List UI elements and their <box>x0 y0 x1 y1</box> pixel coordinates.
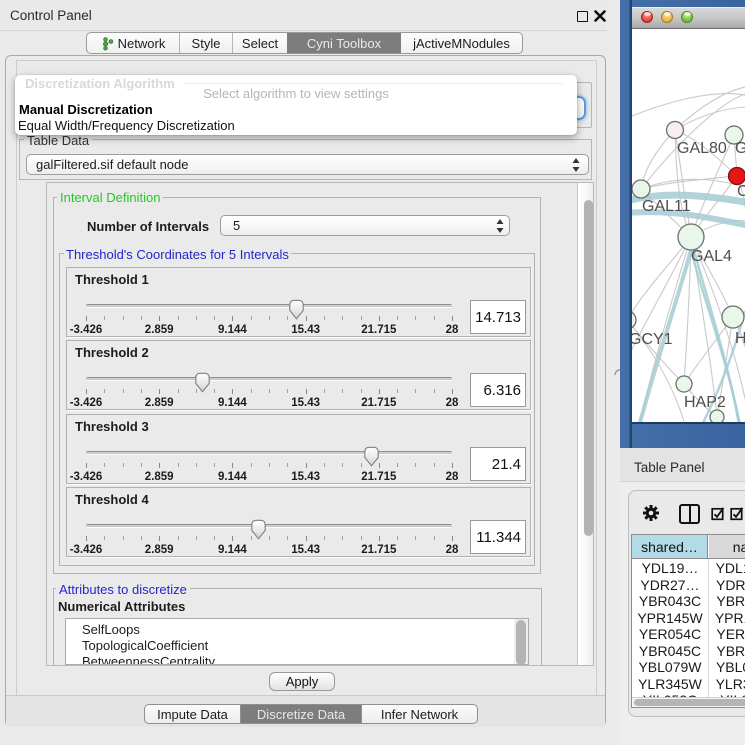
svg-text:GA: GA <box>735 140 745 157</box>
svg-text:C: C <box>737 183 745 200</box>
svg-text:GAL11: GAL11 <box>642 198 691 215</box>
svg-text:H: H <box>735 330 745 347</box>
svg-text:GAL80: GAL80 <box>677 140 727 157</box>
svg-text:GAL4: GAL4 <box>691 248 732 265</box>
svg-text:GCY1: GCY1 <box>632 331 673 348</box>
svg-text:HAP2: HAP2 <box>684 394 726 411</box>
